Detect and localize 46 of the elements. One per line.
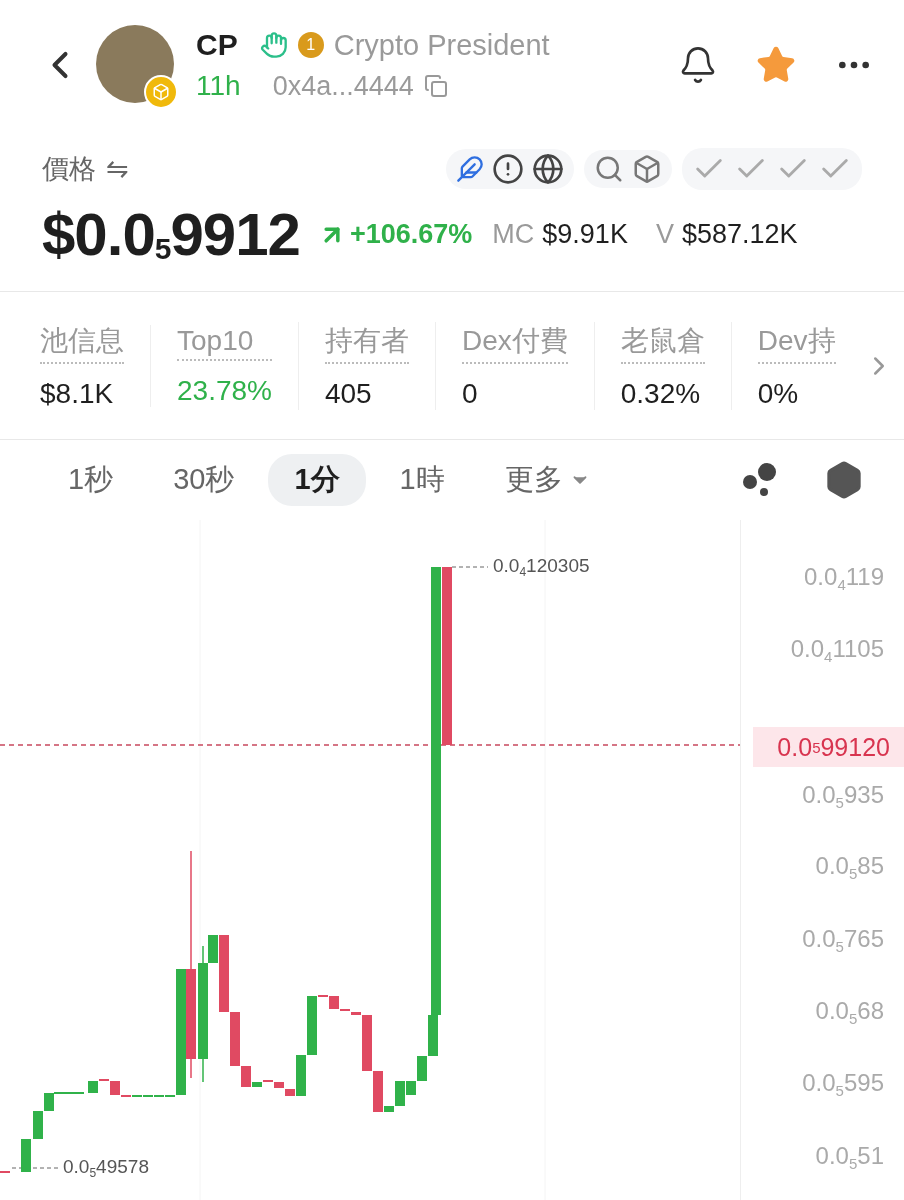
feather-icon[interactable] xyxy=(456,155,484,183)
candle xyxy=(21,1139,31,1172)
volume-label: V xyxy=(655,219,674,250)
rank-badge: 1 xyxy=(297,32,324,58)
cube-icon[interactable] xyxy=(632,154,662,184)
more-dropdown[interactable]: 更多 xyxy=(478,454,617,506)
timeframe-tab[interactable]: 1分 xyxy=(268,454,366,506)
hexagon-settings-icon[interactable] xyxy=(824,460,864,500)
price-change: +106.67% xyxy=(349,219,473,250)
hand-icon xyxy=(259,31,288,59)
stat-value: 405 xyxy=(324,377,373,410)
search-icon[interactable] xyxy=(594,154,624,184)
axis-tick-label: 0.0$_{5}$935 xyxy=(802,780,884,812)
stat-value: 0% xyxy=(757,377,800,410)
axis-tick-label: 0.0$_{5}$85 xyxy=(815,851,884,883)
globe-icon[interactable] xyxy=(532,153,564,185)
stat-value: $8.1K xyxy=(40,377,115,410)
token-age: 11h xyxy=(196,70,241,102)
price-label: 價格 xyxy=(42,153,96,186)
volume-value: $587.12K xyxy=(681,219,798,250)
high-price-label: 0.0$_{4}$120305 xyxy=(493,554,590,580)
market-cap-value: $9.91K xyxy=(542,219,628,250)
axis-tick-label: 0.0$_{4}$119 xyxy=(804,562,884,594)
timeframe-tab[interactable]: 1時 xyxy=(373,454,471,506)
axis-tick-label: 0.0$_{5}$765 xyxy=(802,924,884,956)
low-price-label: 0.0$_{5}$49578 xyxy=(63,1155,149,1181)
contract-address: 0x4a...4444 xyxy=(272,70,414,102)
axis-tick-label: 0.0$_{5}$51 xyxy=(815,1141,884,1173)
market-cap-label: MC xyxy=(492,219,535,250)
leader-line xyxy=(451,566,489,568)
axis-tick-label: 0.0$_{5}$68 xyxy=(815,996,884,1028)
stat-value: 23.78% xyxy=(177,374,272,407)
token-symbol: CP xyxy=(196,28,238,62)
token-name: Crypto President xyxy=(333,28,550,62)
stat-value: 0 xyxy=(461,377,479,410)
stat-value: 0.32% xyxy=(620,377,702,410)
alert-icon[interactable] xyxy=(492,153,524,185)
copy-icon[interactable] xyxy=(423,74,448,98)
leader-line xyxy=(11,1167,59,1169)
axis-tick-label: 0.0$_{5}$595 xyxy=(802,1068,884,1100)
swap-toggle[interactable]: ⇋ xyxy=(106,153,129,185)
token-price: $0.0$_{5}$9912 xyxy=(42,200,300,269)
timeframe-tab[interactable]: 1秒 xyxy=(42,454,140,506)
star-icon[interactable] xyxy=(756,45,796,85)
axis-tick-label: 0.0$_{4}$1105 xyxy=(790,634,884,666)
timeframe-tab[interactable]: 30秒 xyxy=(147,454,261,506)
